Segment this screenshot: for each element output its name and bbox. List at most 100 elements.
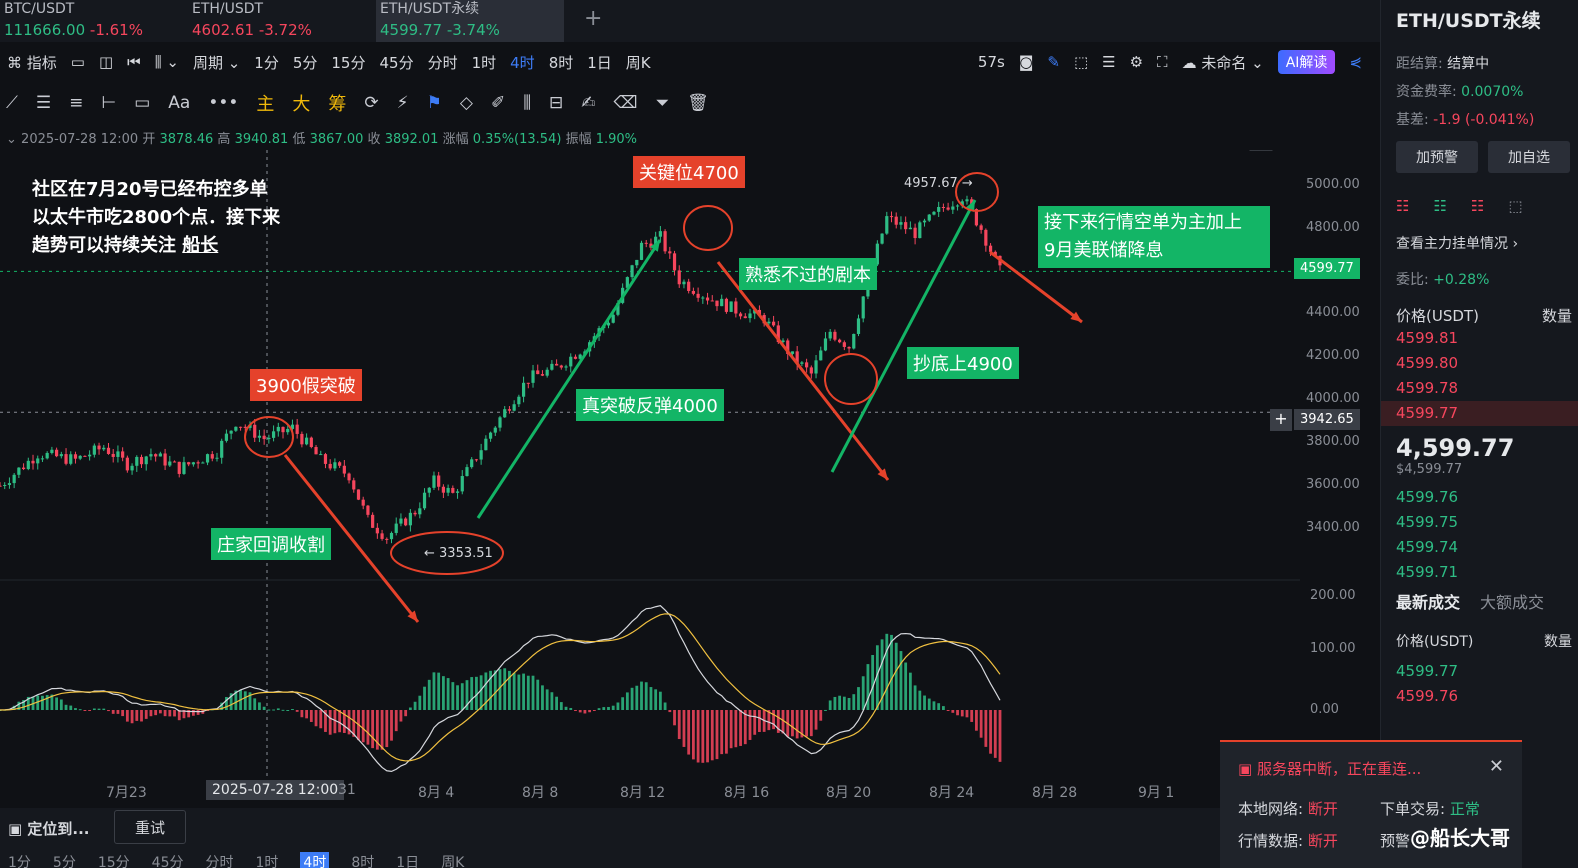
macd-bar [253,698,257,710]
orderbook-settings-icon[interactable]: ⬚ [1508,197,1522,215]
candle-body [984,229,988,246]
bottom-period-item[interactable]: 分时 [206,852,234,868]
candle-body [333,462,337,469]
candle-body [606,322,611,326]
ask-row[interactable]: 4599.77 [1381,401,1578,426]
filter-icon[interactable]: ⏷ [656,93,670,113]
intro-note: 社区在7月20号已经布控多单 以太牛市吃2800个点．接下来 趋势可以持续关注 … [32,176,280,260]
locate-button[interactable]: ▣ 定位到... [8,818,90,839]
list-icon[interactable]: ☰ [1102,53,1115,71]
select-icon[interactable]: ⬚ [1074,53,1088,71]
basis-label: 基差: [1396,112,1429,128]
macd-bar [597,708,601,710]
tf-8h[interactable]: 8时 [542,52,581,73]
bid-row[interactable]: 4599.76 [1381,485,1578,510]
period-dropdown[interactable]: 周期 ⌄ [186,52,247,73]
main-orders-link[interactable]: 查看主力挂单情况 › [1381,233,1578,253]
candle-body [734,301,738,314]
candle-body [257,435,262,438]
note-icon[interactable]: ✍ [581,93,595,113]
candle-body [644,242,648,244]
hline-tool-icon[interactable]: ⊢ [101,93,116,113]
tab-eth-perp[interactable]: ETH/USDT永续 4599.77 -3.74% [376,0,564,42]
macd-bar [309,710,313,722]
share-icon[interactable]: ⋞ [1349,53,1362,71]
layout-name-dropdown[interactable]: ☁ 未命名 ⌄ [1182,52,1264,73]
layout-icon[interactable]: ◫ [92,53,120,71]
macd-bar [885,633,889,710]
eraser-icon[interactable]: ⌫ [614,93,638,113]
tab-big-trades[interactable]: 大额成交 [1480,589,1544,613]
tf-45m[interactable]: 45分 [372,52,420,73]
hlines-tool-icon[interactable]: ☰ [36,93,51,113]
bid-row[interactable]: 4599.74 [1381,535,1578,560]
bottom-period-item[interactable]: 周K [441,852,464,868]
add-alert-button[interactable]: 加预警 [1396,141,1478,173]
tf-4h[interactable]: 4时 [503,52,542,73]
channel-tool-icon[interactable]: ≡ [69,93,83,113]
indicator-button[interactable]: ⌘ 指标 [0,52,64,73]
tf-line[interactable]: 分时 [421,52,465,73]
add-tab-icon[interactable]: + [564,0,622,42]
bottom-period-item[interactable]: 5分 [53,852,76,868]
rect-tool-icon[interactable]: ▭ [134,93,150,113]
bottom-period-item[interactable]: 4时 [300,852,330,868]
ohlc-low: 3867.00 [309,132,364,147]
bottom-period-item[interactable]: 45分 [152,852,184,868]
camera-icon[interactable]: ◙ [1019,53,1034,71]
bid-row[interactable]: 4599.71 [1381,560,1578,585]
trade-row: 4599.77 [1396,662,1459,680]
tab-latest-trades[interactable]: 最新成交 [1396,589,1460,613]
bid-row[interactable]: 4599.75 [1381,510,1578,535]
macd-bar [616,702,620,710]
chips-button[interactable]: 筹 [328,90,346,116]
tf-15m[interactable]: 15分 [324,52,372,73]
tf-1h[interactable]: 1时 [465,52,504,73]
big-order-button[interactable]: 大 [292,90,310,116]
tf-5m[interactable]: 5分 [286,52,325,73]
ask-row[interactable]: 4599.81 [1381,326,1578,351]
fullscreen-icon[interactable]: ⛶ [1157,53,1168,71]
tf-1m[interactable]: 1分 [247,52,286,73]
ai-explain-button[interactable]: AI解读 [1277,50,1336,74]
tab-btc[interactable]: BTC/USDT 111666.00 -1.61% [0,0,188,42]
magnet-icon[interactable]: ⚡ [397,93,409,113]
tf-1w[interactable]: 周K [619,52,658,73]
retry-button[interactable]: 重试 [114,810,186,844]
tab-eth-spot[interactable]: ETH/USDT 4602.61 -3.72% [188,0,376,42]
main-force-button[interactable]: 主 [256,90,274,116]
bottom-period-item[interactable]: 8时 [351,852,374,868]
orderbook-both-icon[interactable]: ☷ [1396,197,1409,215]
tf-1d[interactable]: 1日 [580,52,619,73]
add-alert-icon[interactable]: + [1270,409,1292,431]
calendar-icon[interactable]: ▭ [64,53,92,71]
refresh-icon[interactable]: ⟳ [364,93,378,113]
candle-body [238,426,243,428]
macd-bar [258,702,261,710]
pen-icon[interactable]: ✎ [1047,53,1060,71]
replay-icon[interactable]: ⏮ [120,53,148,71]
collapse-icon[interactable]: ⌄ [6,132,17,147]
candle-icon[interactable]: ⫼ [523,93,531,113]
bookmark-icon[interactable]: ⚑ [427,93,442,113]
bottom-period-item[interactable]: 15分 [98,852,130,868]
add-favorite-button[interactable]: 加自选 [1488,141,1570,173]
orderbook-asks-icon[interactable]: ☷ [1471,197,1484,215]
close-icon[interactable]: ✕ [1489,756,1504,777]
trash-icon[interactable]: 🗑 [687,93,709,113]
ask-row[interactable]: 4599.80 [1381,351,1578,376]
bottom-period-item[interactable]: 1日 [396,852,419,868]
more-tools[interactable]: ••• [208,93,238,113]
ruler-icon[interactable]: ◇ [460,93,473,113]
text-tool[interactable]: Aa [168,93,190,113]
chart-type-icon[interactable]: ⫼ ⌄ [148,53,186,71]
lock-icon[interactable]: ⊟ [549,93,563,113]
bottom-period-item[interactable]: 1分 [8,852,31,868]
macd-bar [432,672,436,710]
ask-row[interactable]: 4599.78 [1381,376,1578,401]
brush-icon[interactable]: ✐ [491,93,505,113]
orderbook-bids-icon[interactable]: ☷ [1433,197,1446,215]
settings-icon[interactable]: ⚙ [1130,53,1143,71]
bottom-period-item[interactable]: 1时 [256,852,279,868]
line-tool-icon[interactable]: ⟋ [6,93,18,113]
